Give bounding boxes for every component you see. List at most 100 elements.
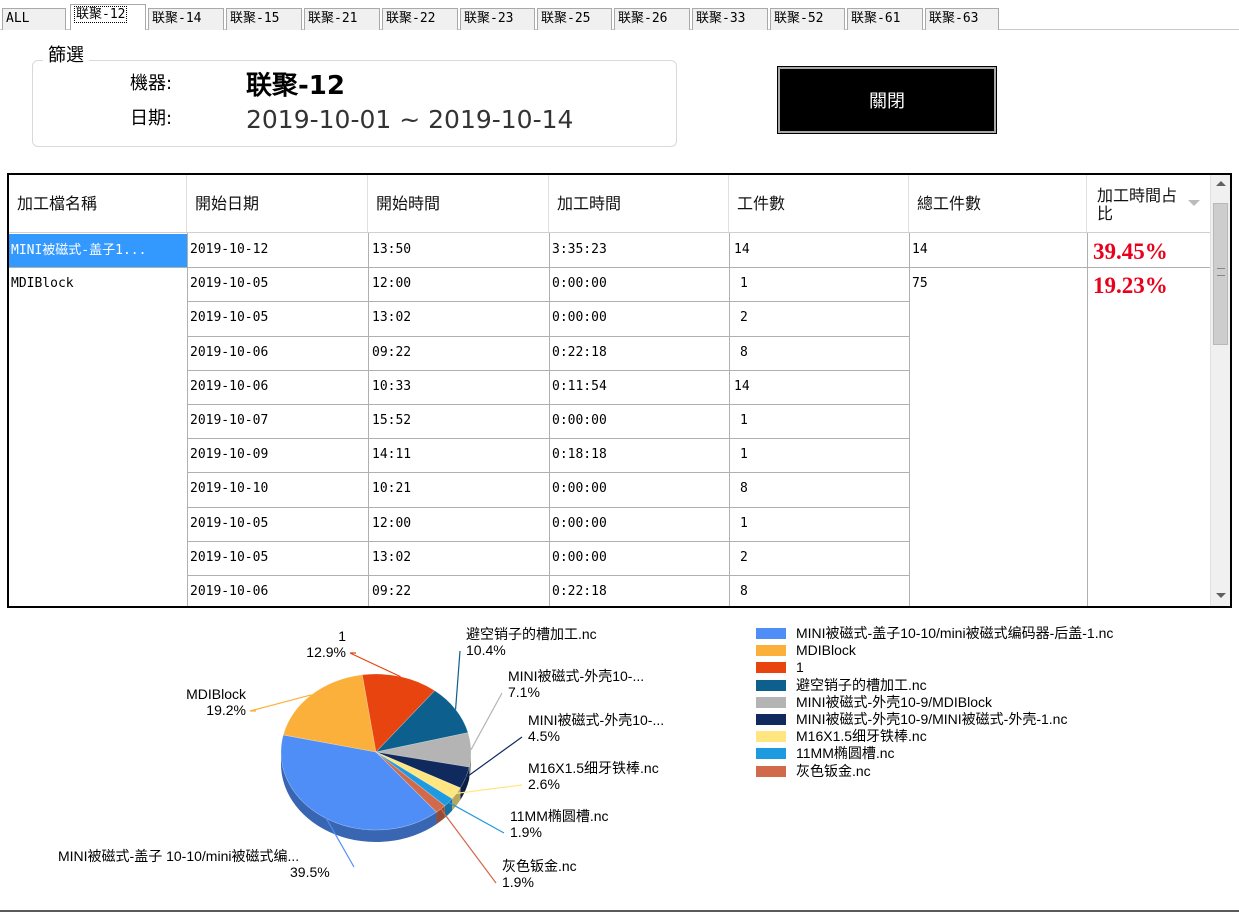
start-time-cell[interactable]: 14:11 <box>372 438 411 472</box>
piece-count-cell[interactable]: 2 <box>740 541 748 575</box>
start-date-cell[interactable]: 2019-10-05 <box>190 267 268 301</box>
scrollbar-thumb[interactable] <box>1213 203 1228 345</box>
tab-machine[interactable]: 联聚-12 <box>70 4 146 30</box>
process-time-cell[interactable]: 0:00:00 <box>552 541 607 575</box>
legend-swatch <box>756 748 786 760</box>
process-time-cell[interactable]: 0:00:00 <box>552 301 607 335</box>
start-time-cell[interactable]: 15:52 <box>372 404 411 438</box>
pie-percent-label: 12.9% <box>306 644 346 660</box>
start-date-cell[interactable]: 2019-10-09 <box>190 438 268 472</box>
time-ratio-cell[interactable]: 39.45% <box>1093 235 1168 269</box>
header-process-time[interactable]: 加工時間 <box>549 175 729 233</box>
start-date-cell[interactable]: 2019-10-06 <box>190 336 268 370</box>
pie-label: MDIBlock <box>186 686 247 702</box>
tab-machine[interactable]: 联聚-14 <box>148 8 224 30</box>
tab-machine[interactable]: 联聚-33 <box>692 8 768 30</box>
process-time-cell[interactable]: 0:22:18 <box>552 575 607 606</box>
scroll-down-arrow-icon[interactable] <box>1216 593 1226 598</box>
machine-label: 機器: <box>130 73 173 94</box>
total-pieces-cell[interactable]: 75 <box>912 267 928 301</box>
pie-leader-line <box>349 652 401 678</box>
header-file-name[interactable]: 加工檔名稱 <box>9 175 187 233</box>
tab-machine[interactable]: 联聚-25 <box>537 8 612 30</box>
start-date-cell[interactable]: 2019-10-07 <box>190 404 268 438</box>
piece-count-cell[interactable]: 1 <box>740 438 748 472</box>
piece-count-cell[interactable]: 1 <box>740 404 748 438</box>
legend-label: 避空销子的槽加工.nc <box>796 676 927 693</box>
piece-count-cell[interactable]: 2 <box>740 301 748 335</box>
tab-machine[interactable]: 联聚-22 <box>382 8 458 30</box>
piece-count-cell[interactable]: 8 <box>740 336 748 370</box>
legend-label: MDIBlock <box>796 642 856 659</box>
row-divider <box>187 506 909 508</box>
start-time-cell[interactable]: 12:00 <box>372 267 411 301</box>
start-time-cell[interactable]: 10:21 <box>372 472 411 506</box>
header-piece-count[interactable]: 工件數 <box>729 175 909 233</box>
piece-count-cell[interactable]: 1 <box>740 507 748 541</box>
file-name-cell[interactable]: MDIBlock <box>9 267 187 300</box>
pie-percent-label: 2.6% <box>528 776 560 792</box>
legend-swatch <box>756 731 786 743</box>
start-time-cell[interactable]: 09:22 <box>372 575 411 606</box>
header-time-ratio[interactable]: 加工時間占比 <box>1087 175 1211 233</box>
legend-swatch <box>756 765 786 777</box>
start-date-cell[interactable]: 2019-10-05 <box>190 301 268 335</box>
start-time-cell[interactable]: 13:50 <box>372 233 411 267</box>
pie-leader-line <box>454 650 461 710</box>
time-ratio-cell[interactable]: 19.23% <box>1093 269 1168 303</box>
start-date-cell[interactable]: 2019-10-06 <box>190 370 268 404</box>
start-time-cell[interactable]: 13:02 <box>372 541 411 575</box>
process-time-cell[interactable]: 0:00:00 <box>552 267 607 301</box>
tab-machine[interactable]: 联聚-21 <box>304 8 380 30</box>
piece-count-cell[interactable]: 14 <box>734 370 750 404</box>
start-time-cell[interactable]: 12:00 <box>372 507 411 541</box>
process-time-cell[interactable]: 0:18:18 <box>552 438 607 472</box>
tab-machine[interactable]: 联聚-23 <box>460 8 535 30</box>
process-time-cell[interactable]: 3:35:23 <box>552 233 607 267</box>
tab-machine[interactable]: 联聚-61 <box>847 8 923 30</box>
header-total-pieces[interactable]: 總工件數 <box>909 175 1087 233</box>
pie-percent-label: 39.5% <box>290 864 330 880</box>
header-time-ratio-label: 加工時間占比 <box>1097 186 1178 223</box>
pie-label: 灰色钣金.nc <box>502 858 577 874</box>
start-time-cell[interactable]: 09:22 <box>372 336 411 370</box>
tab-label: 联聚-22 <box>386 11 436 26</box>
process-time-cell[interactable]: 0:00:00 <box>552 404 607 438</box>
legend-swatch <box>756 662 786 674</box>
start-date-cell[interactable]: 2019-10-12 <box>190 233 268 267</box>
process-time-cell[interactable]: 0:22:18 <box>552 336 607 370</box>
start-date-cell[interactable]: 2019-10-10 <box>190 472 268 506</box>
row-divider <box>187 267 909 269</box>
file-name-cell[interactable]: MINI被磁式-盖子1... <box>9 234 187 268</box>
piece-count-cell[interactable]: 8 <box>740 472 748 506</box>
start-date-cell[interactable]: 2019-10-05 <box>190 507 268 541</box>
header-start-date[interactable]: 開始日期 <box>187 175 368 233</box>
column-divider <box>729 233 730 606</box>
start-time-cell[interactable]: 10:33 <box>372 370 411 404</box>
scroll-up-arrow-icon[interactable] <box>1216 181 1226 186</box>
header-start-time[interactable]: 開始時間 <box>368 175 549 233</box>
tab-machine[interactable]: 联聚-63 <box>925 8 999 30</box>
start-time-cell[interactable]: 13:02 <box>372 301 411 335</box>
tab-all[interactable]: ALL <box>2 8 66 30</box>
pie-percent-label: 7.1% <box>508 684 540 700</box>
piece-count-cell[interactable]: 14 <box>734 233 750 267</box>
pie-label: MINI被磁式-外壳10-... <box>528 712 664 728</box>
tab-label: 联聚-12 <box>74 6 128 23</box>
tab-label: ALL <box>6 11 30 26</box>
start-date-cell[interactable]: 2019-10-05 <box>190 541 268 575</box>
piece-count-cell[interactable]: 8 <box>740 575 748 606</box>
piece-count-cell[interactable]: 1 <box>740 267 748 301</box>
tab-machine[interactable]: 联聚-52 <box>770 8 845 30</box>
process-time-cell[interactable]: 0:11:54 <box>552 370 607 404</box>
close-button[interactable]: 關閉 <box>777 66 997 134</box>
process-time-cell[interactable]: 0:00:00 <box>552 507 607 541</box>
total-pieces-cell[interactable]: 14 <box>912 233 928 267</box>
tab-label: 联聚-15 <box>230 11 280 26</box>
start-date-cell[interactable]: 2019-10-06 <box>190 575 268 606</box>
tab-machine[interactable]: 联聚-15 <box>226 8 302 30</box>
tab-machine[interactable]: 联聚-26 <box>614 8 690 30</box>
vertical-scrollbar[interactable] <box>1210 175 1230 606</box>
process-time-cell[interactable]: 0:00:00 <box>552 472 607 506</box>
scrollbar-grip-icon <box>1217 268 1225 276</box>
